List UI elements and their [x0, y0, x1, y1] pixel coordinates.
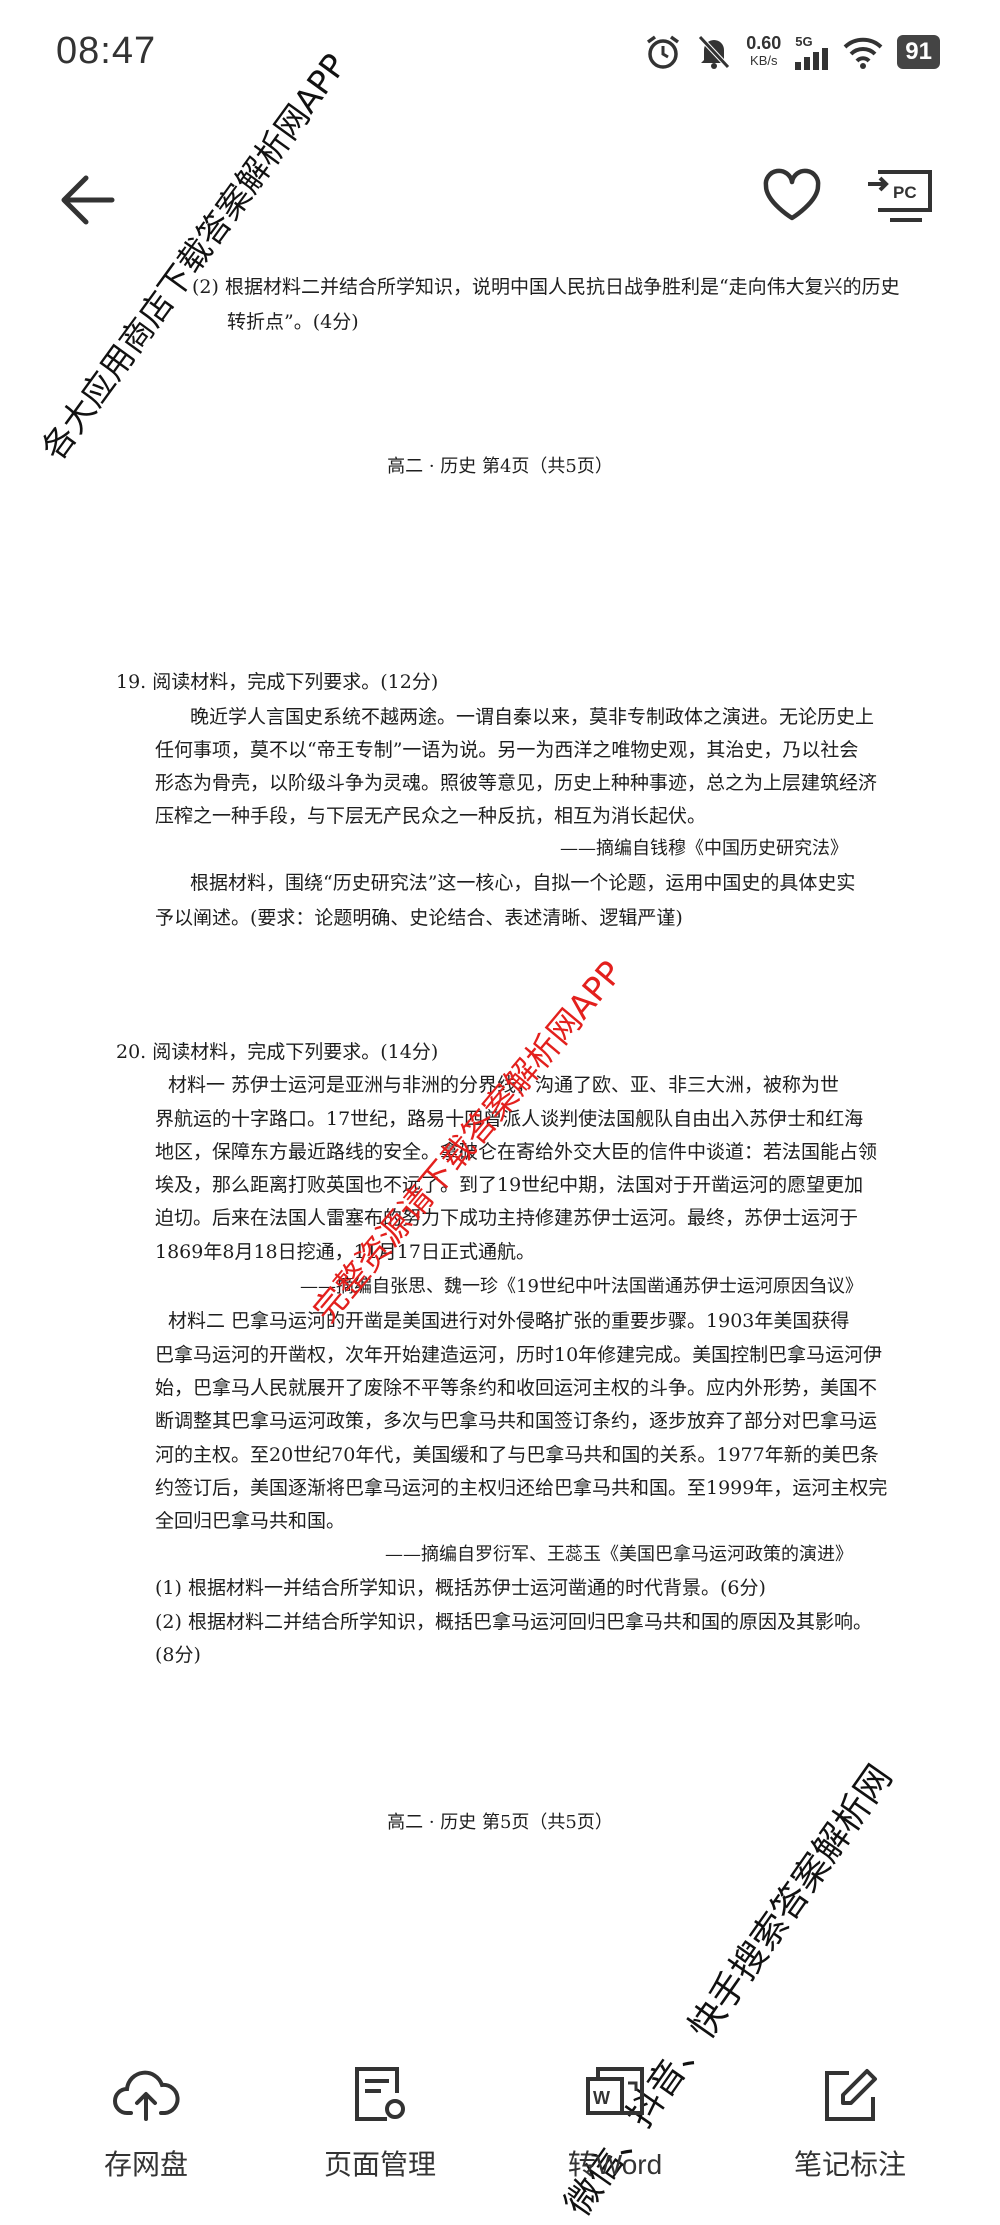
q19-material-line: 任何事项，莫不以“帝王专制”一语为说。另一为西洋之唯物史观，其治史，乃以社会 [155, 739, 859, 761]
q20-material2-line: 材料二 巴拿马运河的开凿是美国进行对外侵略扩张的重要步骤。1903年美国获得 [168, 1310, 850, 1332]
q20-material2-line: 河的主权。至20世纪70年代，美国缓和了与巴拿马共和国的关系。1977年新的美巴… [155, 1444, 879, 1466]
battery-level: 91 [897, 35, 940, 69]
watermark-top-left: 各大应用商店下载答案解析网APP [33, 46, 355, 468]
notes-label: 笔记标注 [793, 2149, 906, 2180]
pc-cast-icon: PC [868, 170, 932, 222]
q20-material2-line: 巴拿马运河的开凿权，次年开始建造运河，历时10年修建完成。美国控制巴拿马运河伊 [155, 1344, 883, 1366]
q19-requirement-line2: 予以阐述。(要求：论题明确、史论结合、表述清晰、逻辑严谨) [155, 907, 683, 929]
status-icons: 0.60 KB/s 5G 91 [644, 30, 940, 74]
net-speed-unit: KB/s [750, 53, 778, 68]
status-time: 08:47 [56, 30, 157, 72]
svg-text:W: W [593, 2088, 610, 2108]
q19-requirement-line1: 根据材料，围绕“历史研究法”这一核心，自拟一个论题，运用中国史的具体史实 [190, 872, 856, 894]
q20-requirement2-line2: (8分) [155, 1644, 201, 1666]
page-manage-label: 页面管理 [323, 2149, 436, 2180]
mute-bell-icon [696, 33, 732, 71]
q19-material-line: 形态为骨壳，以阶级斗争为灵魂。照彼等意见，历史上种种事迹，总之为上层建筑经济 [155, 772, 878, 794]
favorite-button[interactable] [760, 164, 824, 228]
q19-heading: 19. 阅读材料，完成下列要求。(12分) [116, 671, 439, 693]
page-footer-4: 高二 · 历史 第4页（共5页） [387, 456, 613, 477]
send-to-pc-button[interactable]: PC [866, 164, 938, 228]
q20-material2-line: 约签订后，美国逐渐将巴拿马运河的主权归还给巴拿马共和国。至1999年，运河主权完 [155, 1477, 888, 1499]
word-convert-icon: W [586, 2067, 644, 2115]
svg-text:PC: PC [893, 183, 917, 202]
cell-signal: 5G [795, 35, 829, 70]
page-manage-button[interactable]: 页面管理 [290, 2065, 470, 2183]
question-tail-line1: (2) 根据材料二并结合所学知识，说明中国人民抗日战争胜利是“走向伟大复兴的历史 [192, 276, 900, 298]
cloud-upload-icon [113, 2070, 180, 2121]
q20-material1-line: 地区，保障东方最近路线的安全。拿破仑在寄给外交大臣的信件中谈道：若法国能占领 [155, 1141, 878, 1163]
q20-requirement1: (1) 根据材料一并结合所学知识，概括苏伊士运河凿通的时代背景。(6分) [155, 1577, 766, 1599]
signal-label: 5G [795, 33, 813, 49]
q20-material1-line: 迫切。后来在法国人雷塞布的努力下成功主持修建苏伊士运河。最终，苏伊士运河于 [155, 1207, 859, 1229]
q20-material1-source: ——摘编自张思、魏一珍《19世纪中叶法国凿通苏伊士运河原因刍议》 [300, 1276, 863, 1297]
q19-material-line: 晚近学人言国史系统不越两途。一谓自秦以来，莫非专制政体之演进。无论历史上 [190, 706, 875, 728]
status-bar: 08:47 0.60 KB/s 5G 91 [0, 0, 1000, 100]
notes-button[interactable]: 笔记标注 [760, 2065, 940, 2183]
bottom-toolbar: 存网盘 页面管理 W 转Word 笔记标注 [0, 2040, 1000, 2222]
q19-source: ——摘编自钱穆《中国历史研究法》 [560, 838, 848, 859]
save-to-cloud-label: 存网盘 [103, 2149, 188, 2180]
q20-heading: 20. 阅读材料，完成下列要求。(14分) [116, 1041, 439, 1063]
net-speed-value: 0.60 [746, 33, 782, 53]
q20-material2-line: 全回归巴拿马共和国。 [155, 1510, 346, 1532]
convert-to-word-label: 转Word [567, 2149, 663, 2180]
back-arrow-icon [61, 175, 115, 225]
q20-material2-source: ——摘编自罗衍军、王蕊玉《美国巴拿马运河政策的演进》 [385, 1544, 853, 1565]
q20-material1-line: 埃及，那么距离打败英国也不远了。到了19世纪中期，法国对于开凿运河的愿望更加 [155, 1174, 864, 1196]
save-to-cloud-button[interactable]: 存网盘 [56, 2065, 236, 2183]
q20-requirement2-line1: (2) 根据材料二并结合所学知识，概括巴拿马运河回归巴拿马共和国的原因及其影响。 [155, 1611, 872, 1633]
alarm-icon [644, 33, 682, 71]
heart-icon [763, 168, 821, 221]
edit-note-icon [825, 2069, 877, 2121]
question-tail-line2: 转折点”。(4分) [227, 311, 359, 333]
q20-material2-line: 始，巴拿马人民就展开了废除不平等条约和收回运河主权的斗争。应内外形势，美国不 [155, 1377, 878, 1399]
signal-bars-icon [795, 47, 829, 70]
q19-material-line: 压榨之一种手段，与下层无产民众之一种反抗，相互为消长起伏。 [155, 805, 707, 827]
q20-material2-line: 断调整其巴拿马运河政策，多次与巴拿马共和国签订条约，逐步放弃了部分对巴拿马运 [155, 1410, 878, 1432]
back-button[interactable] [56, 168, 120, 232]
page-settings-icon [355, 2067, 405, 2121]
network-speed: 0.60 KB/s [746, 34, 781, 70]
top-nav: PC [0, 150, 1000, 240]
convert-to-word-button[interactable]: W 转Word [525, 2065, 705, 2183]
wifi-icon [843, 35, 883, 69]
